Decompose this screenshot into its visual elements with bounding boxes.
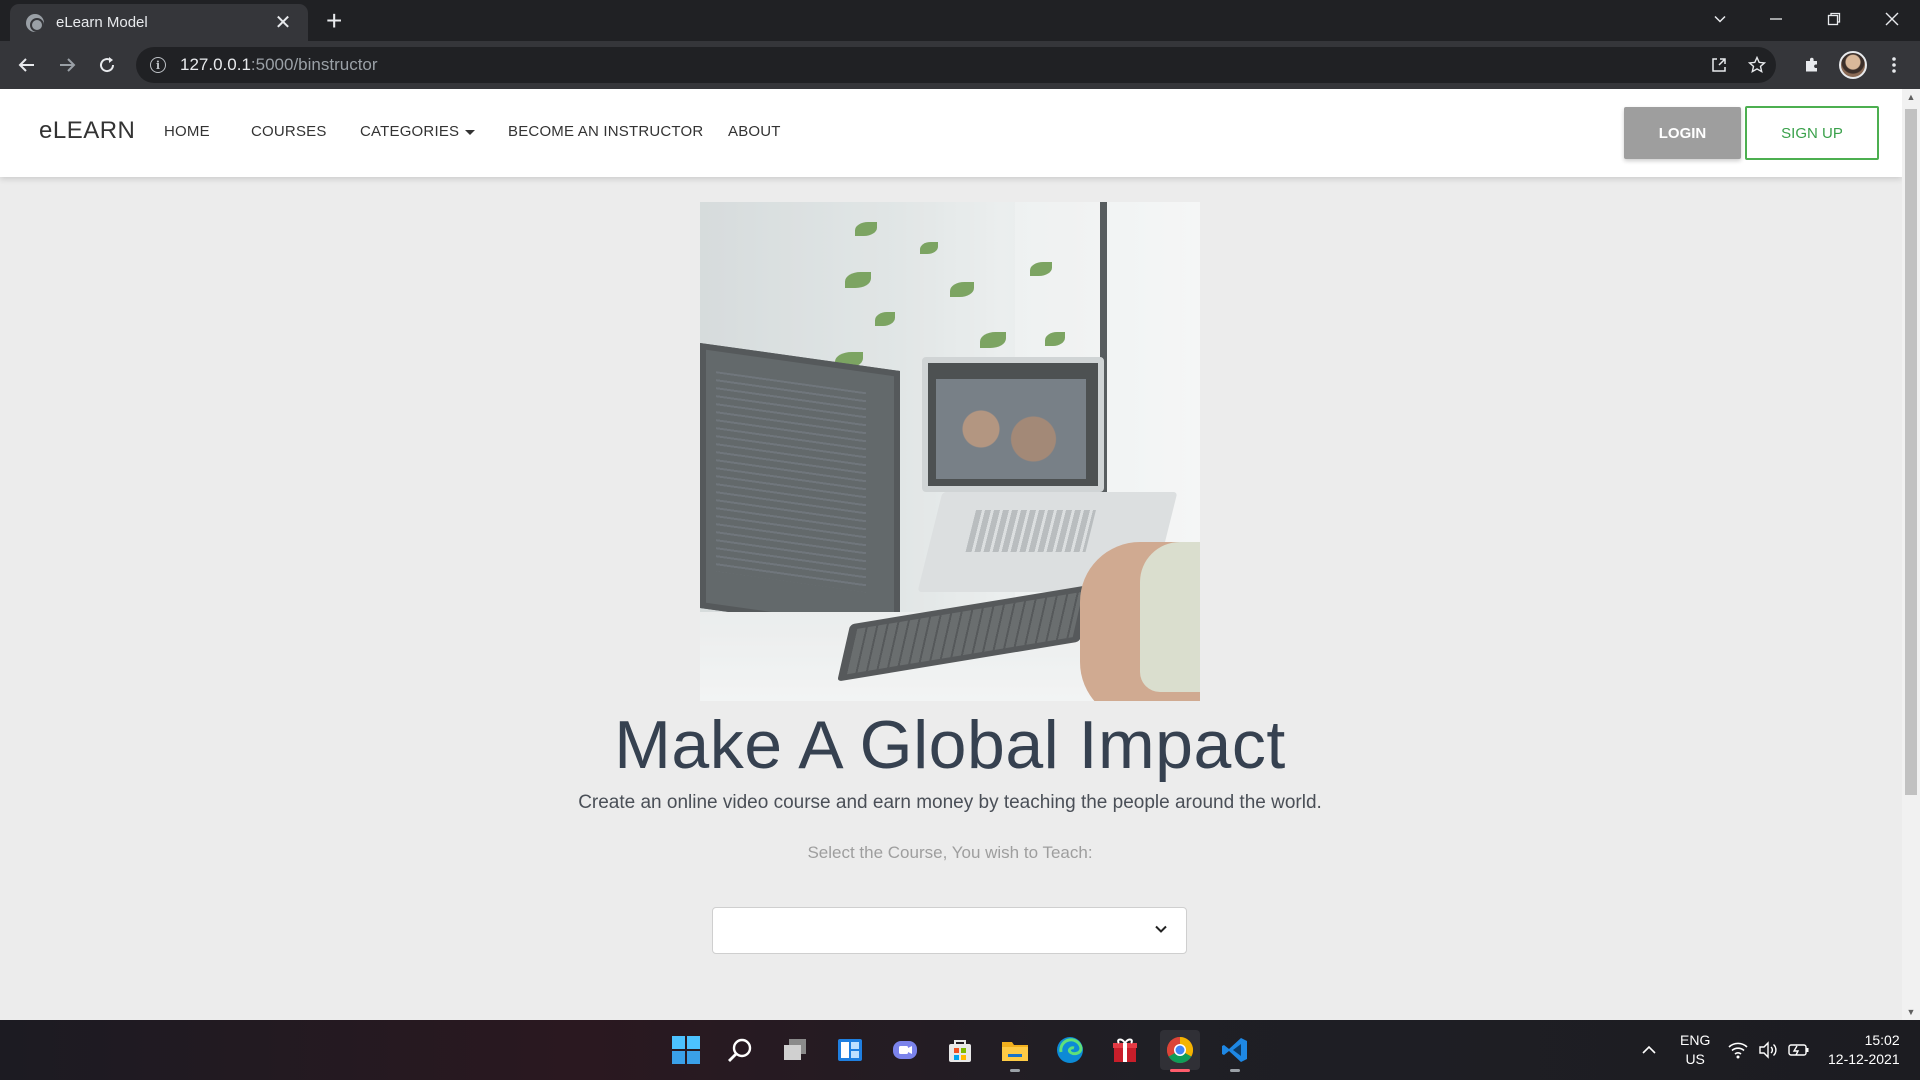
- chevron-down-icon: [1714, 15, 1726, 23]
- extensions-button[interactable]: [1797, 50, 1827, 80]
- browser-toolbar: i 127.0.0.1:5000/binstructor: [0, 41, 1920, 89]
- edge-icon: [1057, 1037, 1083, 1063]
- caret-down-icon: [465, 129, 476, 135]
- tab-close-button[interactable]: ✕: [272, 13, 294, 33]
- clock[interactable]: 15:02 12-12-2021: [1828, 1020, 1900, 1080]
- language-secondary: US: [1685, 1051, 1705, 1067]
- vscode-button[interactable]: [1215, 1030, 1255, 1072]
- url-host: 127.0.0.1: [180, 55, 251, 74]
- reload-icon: [100, 57, 115, 73]
- task-view-button[interactable]: [775, 1030, 815, 1070]
- tab-search-button[interactable]: [1692, 0, 1748, 38]
- globe-icon: [26, 13, 44, 32]
- puzzle-icon: [1806, 57, 1817, 72]
- wifi-icon: [1728, 1042, 1748, 1059]
- store-icon: [949, 1040, 971, 1062]
- minimize-button[interactable]: [1748, 0, 1804, 38]
- file-explorer-icon: [1002, 1042, 1028, 1061]
- nav-become-instructor[interactable]: BECOME AN INSTRUCTOR: [508, 123, 703, 140]
- restore-button[interactable]: [1806, 0, 1862, 38]
- back-button[interactable]: [12, 50, 42, 80]
- language-primary: ENG: [1680, 1032, 1711, 1048]
- page-viewport: eLEARN HOME COURSES CATEGORIES BECOME AN…: [0, 89, 1902, 1020]
- hero-image: [700, 202, 1200, 701]
- avatar: [1839, 51, 1867, 79]
- widgets-button[interactable]: [830, 1030, 870, 1070]
- scroll-up-arrow-icon[interactable]: ▲: [1902, 89, 1920, 105]
- nav-categories-dropdown[interactable]: CATEGORIES: [360, 123, 476, 140]
- teams-chat-icon: [893, 1041, 917, 1059]
- signup-button[interactable]: SIGN UP: [1745, 106, 1879, 160]
- page-subheadline: Create an online video course and earn m…: [578, 792, 1322, 813]
- file-explorer-button[interactable]: [995, 1030, 1035, 1072]
- window-close-button[interactable]: [1864, 0, 1920, 38]
- edge-button[interactable]: [1050, 1030, 1090, 1070]
- restore-icon: [1827, 12, 1841, 26]
- nav-categories-label: CATEGORIES: [360, 123, 460, 140]
- browser-tab[interactable]: eLearn Model ✕: [10, 4, 308, 41]
- course-select[interactable]: [712, 907, 1187, 954]
- share-icon: [1712, 58, 1726, 72]
- browser-menu-button[interactable]: [1879, 50, 1909, 80]
- star-icon: [1748, 56, 1766, 74]
- profile-button[interactable]: [1838, 50, 1868, 80]
- search-button[interactable]: [720, 1030, 760, 1070]
- url-path: :5000/binstructor: [250, 55, 378, 74]
- close-icon: [1885, 12, 1899, 26]
- store-button[interactable]: [940, 1030, 980, 1070]
- back-arrow-icon: [18, 58, 34, 72]
- nav-courses[interactable]: COURSES: [251, 123, 327, 140]
- clock-time: 15:02: [1864, 1032, 1900, 1048]
- volume-icon: [1759, 1041, 1777, 1059]
- address-bar[interactable]: i 127.0.0.1:5000/binstructor: [136, 47, 1776, 83]
- windows-start-icon: [672, 1036, 700, 1064]
- bookmark-button[interactable]: [1740, 47, 1774, 83]
- kebab-menu-icon: [1892, 57, 1896, 73]
- teams-chat-button[interactable]: [885, 1030, 925, 1070]
- new-tab-button[interactable]: +: [326, 6, 342, 36]
- chevron-up-icon[interactable]: [1640, 1041, 1658, 1059]
- widgets-icon: [838, 1039, 862, 1061]
- forward-button[interactable]: [52, 50, 82, 80]
- nav-home[interactable]: HOME: [164, 123, 210, 140]
- battery-icon: [1788, 1044, 1809, 1056]
- chrome-icon: [1166, 1036, 1194, 1064]
- search-icon: [728, 1038, 752, 1062]
- browser-tab-strip: eLearn Model ✕ +: [0, 0, 1920, 41]
- nav-about[interactable]: ABOUT: [728, 123, 781, 140]
- forward-arrow-icon: [60, 58, 76, 72]
- tab-title: eLearn Model: [56, 14, 148, 31]
- reload-button[interactable]: [92, 50, 122, 80]
- language-indicator[interactable]: ENG US: [1680, 1020, 1710, 1080]
- site-brand-logo[interactable]: eLEARN: [39, 117, 135, 145]
- tray-status-icons[interactable]: [1728, 1020, 1810, 1080]
- task-view-icon: [784, 1039, 806, 1060]
- vscode-icon: [1222, 1038, 1247, 1062]
- windows-taskbar: ENG US 15:02 12-12-2021: [0, 1020, 1920, 1080]
- clock-date: 12-12-2021: [1828, 1051, 1900, 1067]
- share-button[interactable]: [1702, 47, 1736, 83]
- chrome-button[interactable]: [1160, 1030, 1200, 1072]
- page-headline: Make A Global Impact: [614, 707, 1286, 783]
- scrollbar-thumb[interactable]: [1905, 109, 1917, 795]
- chevron-down-icon: [1155, 925, 1167, 933]
- login-button[interactable]: LOGIN: [1624, 107, 1741, 159]
- gift-app-button[interactable]: [1105, 1030, 1145, 1070]
- info-icon[interactable]: i: [150, 57, 166, 73]
- page-scrollbar[interactable]: ▲ ▼: [1902, 89, 1920, 1020]
- scroll-down-arrow-icon[interactable]: ▼: [1902, 1004, 1920, 1020]
- site-navbar: eLEARN HOME COURSES CATEGORIES BECOME AN…: [0, 89, 1902, 177]
- system-tray: [1640, 1020, 1658, 1080]
- course-select-label: Select the Course, You wish to Teach:: [807, 843, 1093, 862]
- gift-app-icon: [1113, 1038, 1137, 1062]
- start-button[interactable]: [666, 1030, 706, 1070]
- minimize-icon: [1770, 18, 1782, 20]
